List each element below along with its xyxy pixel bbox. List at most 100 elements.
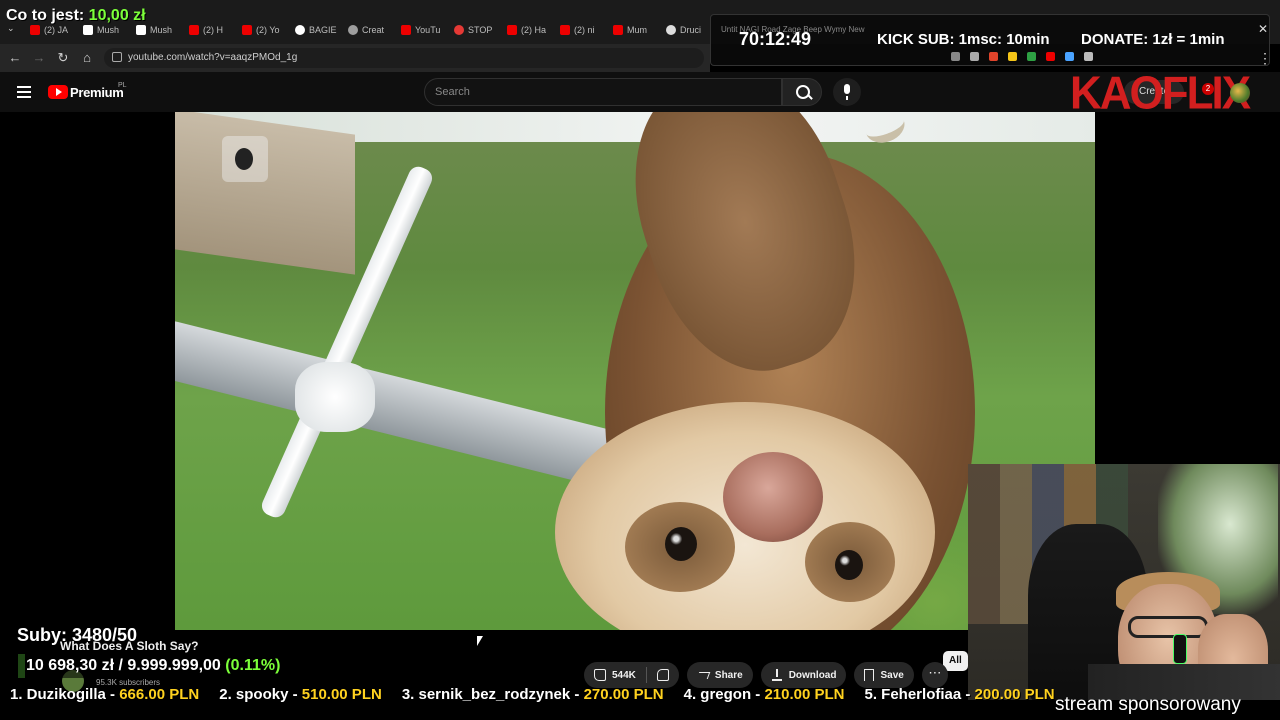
account-avatar[interactable]	[1230, 83, 1250, 103]
url-field[interactable]: youtube.com/watch?v=aaqzPMOd_1g	[104, 48, 704, 68]
tiktok-favicon-icon	[295, 25, 305, 35]
forward-arrow-icon[interactable]: →	[31, 50, 47, 66]
like-dislike-group: 544K	[584, 662, 679, 688]
site-info-icon[interactable]	[112, 52, 122, 62]
browser-tab-label: (2) H	[203, 25, 223, 35]
youtube-favicon-icon	[30, 25, 40, 35]
browser-tab[interactable]: Creat	[348, 22, 397, 38]
cotojest-label: Co to jest:	[6, 7, 85, 24]
browser-menu-icon[interactable]: ⋮	[1258, 50, 1272, 67]
menu-icon[interactable]	[17, 86, 31, 98]
ticker-donor-name: 5. Feherlofiaa -	[864, 686, 975, 703]
share-button[interactable]: Share	[686, 662, 753, 688]
browser-tab[interactable]: (2) ni	[560, 22, 609, 38]
ticker-donor-name: 2. spooky -	[219, 686, 302, 703]
extension-icon[interactable]	[1046, 52, 1055, 61]
browser-tab-label: Druci	[680, 25, 702, 35]
youtube-favicon-icon	[613, 25, 623, 35]
ticker-donor-name: 3. sernik_bez_rodzynek -	[401, 686, 584, 703]
notification-badge[interactable]: 2	[1202, 83, 1214, 95]
ticker-item: 1. Duzikogilla - 666.00 PLN	[10, 686, 199, 712]
youtube-favicon-icon	[401, 25, 411, 35]
browser-tab-label: Mush	[97, 25, 120, 35]
channel-watermark-icon[interactable]	[222, 136, 268, 182]
youtube-favicon-icon	[189, 25, 199, 35]
browser-tab[interactable]: Mum	[613, 22, 662, 38]
browser-tab[interactable]: (2) H	[189, 22, 238, 38]
ticker-donor-name: 1. Duzikogilla -	[10, 686, 120, 703]
thumbs-up-icon	[594, 669, 606, 681]
address-bar: ← → ↻ ⌂ youtube.com/watch?v=aaqzPMOd_1g	[0, 44, 710, 72]
extension-icon[interactable]	[1008, 52, 1017, 61]
youtube-logo-icon[interactable]	[48, 85, 68, 99]
youtube-favicon-icon	[507, 25, 517, 35]
region-code: PL	[118, 82, 127, 89]
download-button[interactable]: Download	[760, 662, 847, 688]
stream-info-box: Untit NAGI Road Zage Beep Wymy New 70:12…	[710, 14, 1270, 66]
m-favicon-icon	[136, 25, 146, 35]
browser-tab[interactable]: (2) Ha	[507, 22, 556, 38]
window-close-icon[interactable]: ✕	[1258, 22, 1268, 36]
youtube-brand[interactable]: Premium	[70, 85, 124, 100]
dislike-button[interactable]	[647, 662, 679, 688]
reload-icon[interactable]: ↻	[55, 50, 71, 66]
sloth-eye-left	[665, 527, 697, 561]
video-rope-knot	[295, 362, 375, 432]
extension-icon[interactable]	[989, 52, 998, 61]
extension-icon[interactable]	[951, 52, 960, 61]
browser-tab[interactable]: YouTu	[401, 22, 450, 38]
more-actions-button[interactable]: ⋯	[921, 662, 948, 688]
search-input[interactable]: Search	[424, 78, 782, 106]
ticker-item: 3. sernik_bez_rodzynek - 270.00 PLN	[402, 686, 664, 712]
share-label: Share	[714, 669, 743, 681]
sloth-nose	[723, 452, 823, 542]
browser-tab-label: (2) Yo	[256, 25, 280, 35]
stop-favicon-icon	[454, 25, 464, 35]
save-button[interactable]: Save	[854, 662, 914, 688]
microphone-icon	[1173, 634, 1187, 664]
star-icon[interactable]	[970, 52, 979, 61]
ticker-donation-amount: 210.00 PLN	[764, 686, 845, 703]
browser-tab[interactable]: (2) Yo	[242, 22, 291, 38]
ticker-donation-amount: 510.00 PLN	[301, 686, 382, 703]
search-button[interactable]	[782, 78, 822, 106]
save-label: Save	[880, 669, 904, 681]
share-icon	[697, 669, 709, 681]
subathon-timer: 70:12:49	[739, 29, 812, 49]
m-favicon-icon	[83, 25, 93, 35]
home-icon[interactable]: ⌂	[79, 50, 95, 66]
extension-icon[interactable]	[1027, 52, 1036, 61]
extension-icon[interactable]	[1065, 52, 1074, 61]
youtube-favicon-icon	[560, 25, 570, 35]
video-player[interactable]	[175, 112, 1095, 630]
donation-goal-fill	[18, 654, 25, 678]
streamer-webcam	[968, 464, 1280, 700]
cotojest-amount: 10,00 zł	[88, 7, 146, 24]
browser-tab-label: YouTu	[415, 25, 441, 35]
donation-goal-percent: (0.11%)	[225, 657, 281, 674]
ticker-donor-name: 4. gregon -	[683, 686, 765, 703]
back-arrow-icon[interactable]: ←	[7, 50, 23, 66]
browser-tab[interactable]: BAGIE	[295, 22, 344, 38]
puzzle-icon[interactable]	[1084, 52, 1093, 61]
browser-tab-label: (2) JA	[44, 25, 69, 35]
donation-goal-bar: 10 698,30 zł / 9.999.999,00 (0.11%)	[18, 654, 350, 678]
mouse-cursor-icon	[477, 636, 483, 646]
browser-tab-label: Creat	[362, 25, 385, 35]
download-icon	[771, 669, 783, 681]
kick-sub-rate: KICK SUB: 1msc: 10min	[877, 31, 1050, 48]
extension-icons	[951, 52, 1093, 61]
ticker-item: 5. Feherlofiaa - 200.00 PLN	[865, 686, 1055, 712]
kaoflix-brand-overlay: KAOFLIX	[1070, 67, 1251, 120]
like-button[interactable]: 544K	[584, 662, 646, 688]
voice-search-mic-icon[interactable]	[833, 78, 861, 106]
c-favicon-icon	[348, 25, 358, 35]
browser-tab[interactable]: Druci	[666, 22, 715, 38]
ticker-donation-amount: 666.00 PLN	[119, 686, 200, 703]
browser-tab[interactable]: STOP	[454, 22, 503, 38]
url-text[interactable]: youtube.com/watch?v=aaqzPMOd_1g	[128, 52, 297, 63]
ticker-item: 4. gregon - 210.00 PLN	[684, 686, 845, 712]
sloth-eye-right	[835, 550, 863, 580]
github-favicon-icon	[666, 25, 676, 35]
browser-tab-label: BAGIE	[309, 25, 337, 35]
